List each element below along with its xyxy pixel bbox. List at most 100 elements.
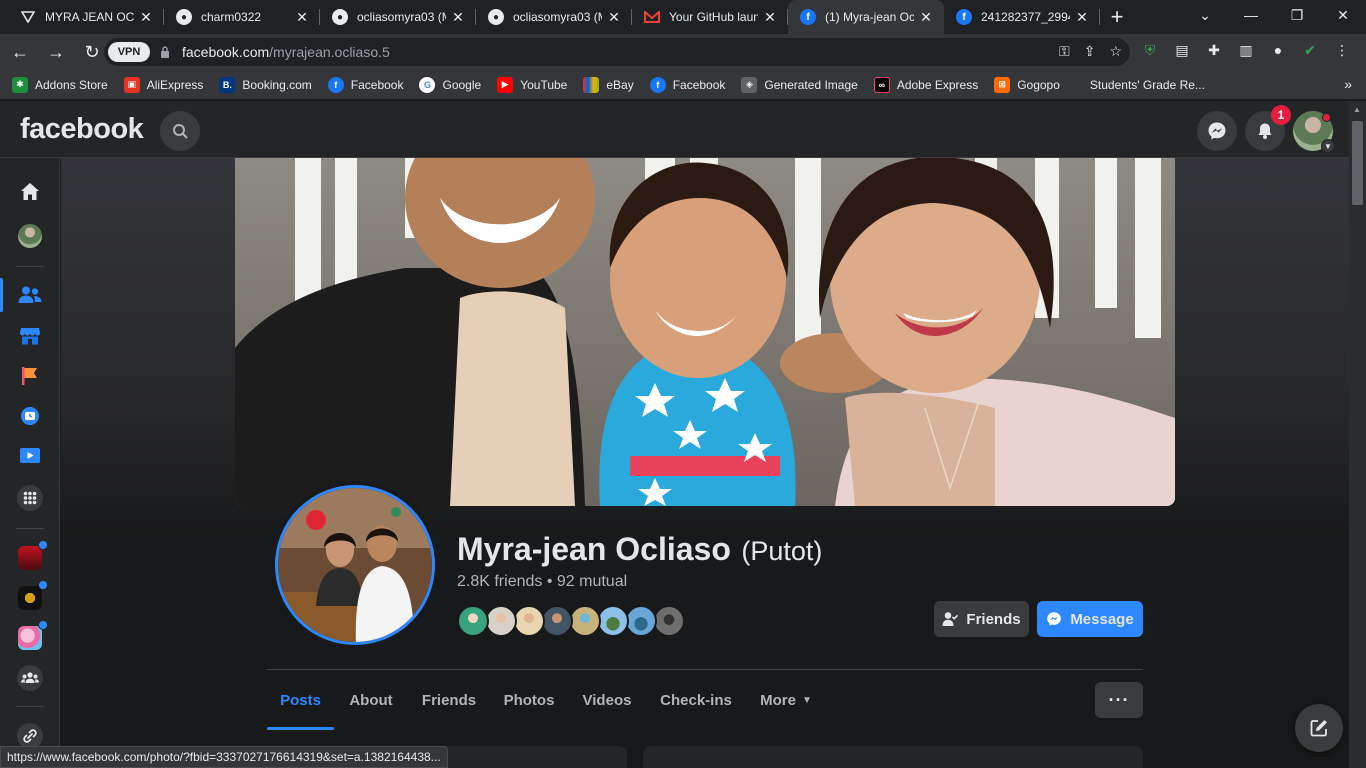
account-avatar[interactable]: ▼ (1293, 111, 1335, 153)
avatar[interactable] (625, 605, 657, 637)
close-icon[interactable]: ✕ (918, 9, 934, 26)
tab-about[interactable]: About (338, 670, 404, 730)
close-icon[interactable]: ✕ (606, 9, 622, 26)
left-navigation-rail (0, 158, 60, 768)
pages-nav[interactable] (10, 356, 50, 396)
close-icon[interactable]: ✕ (762, 9, 778, 26)
search-icon (173, 124, 188, 139)
extension-shield-icon[interactable]: ⛨ (1140, 40, 1160, 60)
facebook-logo[interactable]: facebook (20, 113, 144, 146)
search-button[interactable] (160, 111, 200, 151)
minimize-button[interactable]: — (1228, 0, 1274, 30)
friends-button[interactable]: Friends (934, 601, 1029, 637)
cover-photo[interactable] (235, 158, 1175, 506)
tab-more[interactable]: More ▼ (750, 670, 822, 730)
close-icon[interactable]: ✕ (294, 9, 310, 26)
bookmark-item[interactable]: ⊠ Gogopo (994, 76, 1060, 93)
bookmark-item[interactable]: B. Booking.com (219, 76, 312, 93)
back-icon[interactable]: ← (4, 36, 36, 68)
bookmark-item[interactable]: ✱ Addons Store (12, 76, 108, 93)
memories-nav[interactable] (10, 396, 50, 436)
profile-picture[interactable] (271, 481, 439, 649)
avatar[interactable] (485, 605, 517, 637)
bookmark-item[interactable]: ▣ AliExpress (123, 76, 203, 93)
menu-nav[interactable] (10, 478, 50, 518)
close-window-button[interactable]: ✕ (1320, 0, 1366, 30)
document-icon[interactable]: ▤ (1172, 40, 1192, 60)
browser-toolbar: ← → ↻ VPN facebook.com/myrajean.ocliaso.… (0, 34, 1366, 70)
shortcut-thumbnail (18, 546, 42, 570)
bookmark-item[interactable]: Students' Grade Re... (1090, 78, 1205, 92)
puzzle-extensions-icon[interactable]: ✚ (1204, 40, 1224, 60)
friends-count[interactable]: 2.8K friends • 92 mutual (457, 573, 627, 591)
security-check-icon[interactable]: ✔ (1300, 40, 1320, 60)
more-bookmarks-icon[interactable]: » (1344, 76, 1352, 92)
bookmark-star-icon[interactable]: ☆ (1109, 43, 1122, 60)
new-message-button[interactable] (1295, 704, 1343, 752)
notifications-button[interactable]: 1 (1245, 105, 1291, 151)
bookmark-item[interactable]: f Facebook (327, 76, 403, 93)
marketplace-nav[interactable] (10, 316, 50, 356)
browser-tab[interactable]: f 241282377_2994 ✕ (944, 0, 1100, 34)
unread-dot (38, 580, 48, 590)
messenger-button[interactable] (1197, 111, 1237, 151)
side-panel-icon[interactable]: ▥ (1236, 40, 1256, 60)
shortcut-group[interactable] (10, 578, 50, 618)
vpn-badge[interactable]: VPN (108, 42, 150, 62)
close-icon[interactable]: ✕ (1074, 9, 1090, 26)
page-scrollbar[interactable]: ▲ (1349, 101, 1366, 768)
messenger-icon (1208, 122, 1226, 140)
avatar[interactable] (541, 605, 573, 637)
browser-tab[interactable]: ● ocliasomyra03 (Myra) ✕ (320, 0, 476, 34)
bookmark-item[interactable]: ◈ Generated Image (741, 76, 858, 93)
home-icon (21, 183, 39, 200)
profile-nav[interactable] (10, 216, 50, 256)
menu-icon[interactable]: ⋮ (1332, 40, 1352, 60)
shortcut-group[interactable] (10, 538, 50, 578)
lock-icon[interactable] (160, 45, 170, 59)
close-icon[interactable]: ✕ (450, 9, 466, 26)
browser-tab[interactable]: ● charm0322 ✕ (164, 0, 320, 34)
tab-posts[interactable]: Posts (267, 670, 334, 730)
tab-search-icon[interactable]: ⌄ (1182, 0, 1228, 30)
watch-nav[interactable] (10, 436, 50, 476)
bookmark-item[interactable]: f Facebook (649, 76, 725, 93)
profile-icon[interactable]: ● (1268, 40, 1288, 60)
bookmark-item[interactable]: ▶ YouTube (497, 76, 567, 93)
key-icon[interactable]: ⚿ (1059, 43, 1070, 60)
avatar (18, 224, 42, 248)
bookmark-item[interactable]: eBay (583, 76, 634, 93)
avatar[interactable] (597, 605, 629, 637)
profile-more-options-button[interactable]: ··· (1095, 682, 1143, 718)
scrollbar-thumb[interactable] (1352, 121, 1363, 205)
home-nav[interactable] (10, 172, 50, 212)
browser-tab-active[interactable]: f (1) Myra-jean Ocliaso ✕ (788, 0, 944, 34)
browser-tab[interactable]: MYRA JEAN OCLIASO ✕ (8, 0, 164, 34)
new-tab-button[interactable]: + (1100, 0, 1134, 34)
tab-friends[interactable]: Friends (412, 670, 486, 730)
message-button[interactable]: Message (1037, 601, 1143, 637)
tab-videos[interactable]: Videos (572, 670, 642, 730)
tab-check-ins[interactable]: Check-ins (650, 670, 742, 730)
bookmark-item[interactable]: ∞ Adobe Express (873, 76, 978, 93)
friends-nav[interactable] (10, 275, 50, 315)
avatar[interactable] (653, 605, 685, 637)
share-icon[interactable]: ⇪ (1084, 43, 1096, 60)
restore-button[interactable]: ❐ (1274, 0, 1320, 30)
shortcut-group[interactable] (10, 618, 50, 658)
browser-tab[interactable]: ● ocliasomyra03 (Myra) ✕ (476, 0, 632, 34)
url-text[interactable]: facebook.com/myrajean.ocliaso.5 (182, 44, 390, 60)
avatar[interactable] (513, 605, 545, 637)
avatar[interactable] (457, 605, 489, 637)
address-bar[interactable]: VPN facebook.com/myrajean.ocliaso.5 ⚿ ⇪ … (104, 38, 1130, 66)
facebook-header: facebook 1 ▼ (0, 101, 1366, 158)
groups-nav[interactable] (10, 658, 50, 698)
scroll-up-icon[interactable]: ▲ (1353, 105, 1361, 114)
forward-icon[interactable]: → (40, 36, 72, 68)
bookmark-item[interactable]: G Google (419, 76, 481, 93)
browser-tab[interactable]: Your GitHub launch ✕ (632, 0, 788, 34)
cover-photo-image (235, 158, 1175, 506)
close-icon[interactable]: ✕ (138, 9, 154, 26)
tab-photos[interactable]: Photos (494, 670, 564, 730)
avatar[interactable] (569, 605, 601, 637)
